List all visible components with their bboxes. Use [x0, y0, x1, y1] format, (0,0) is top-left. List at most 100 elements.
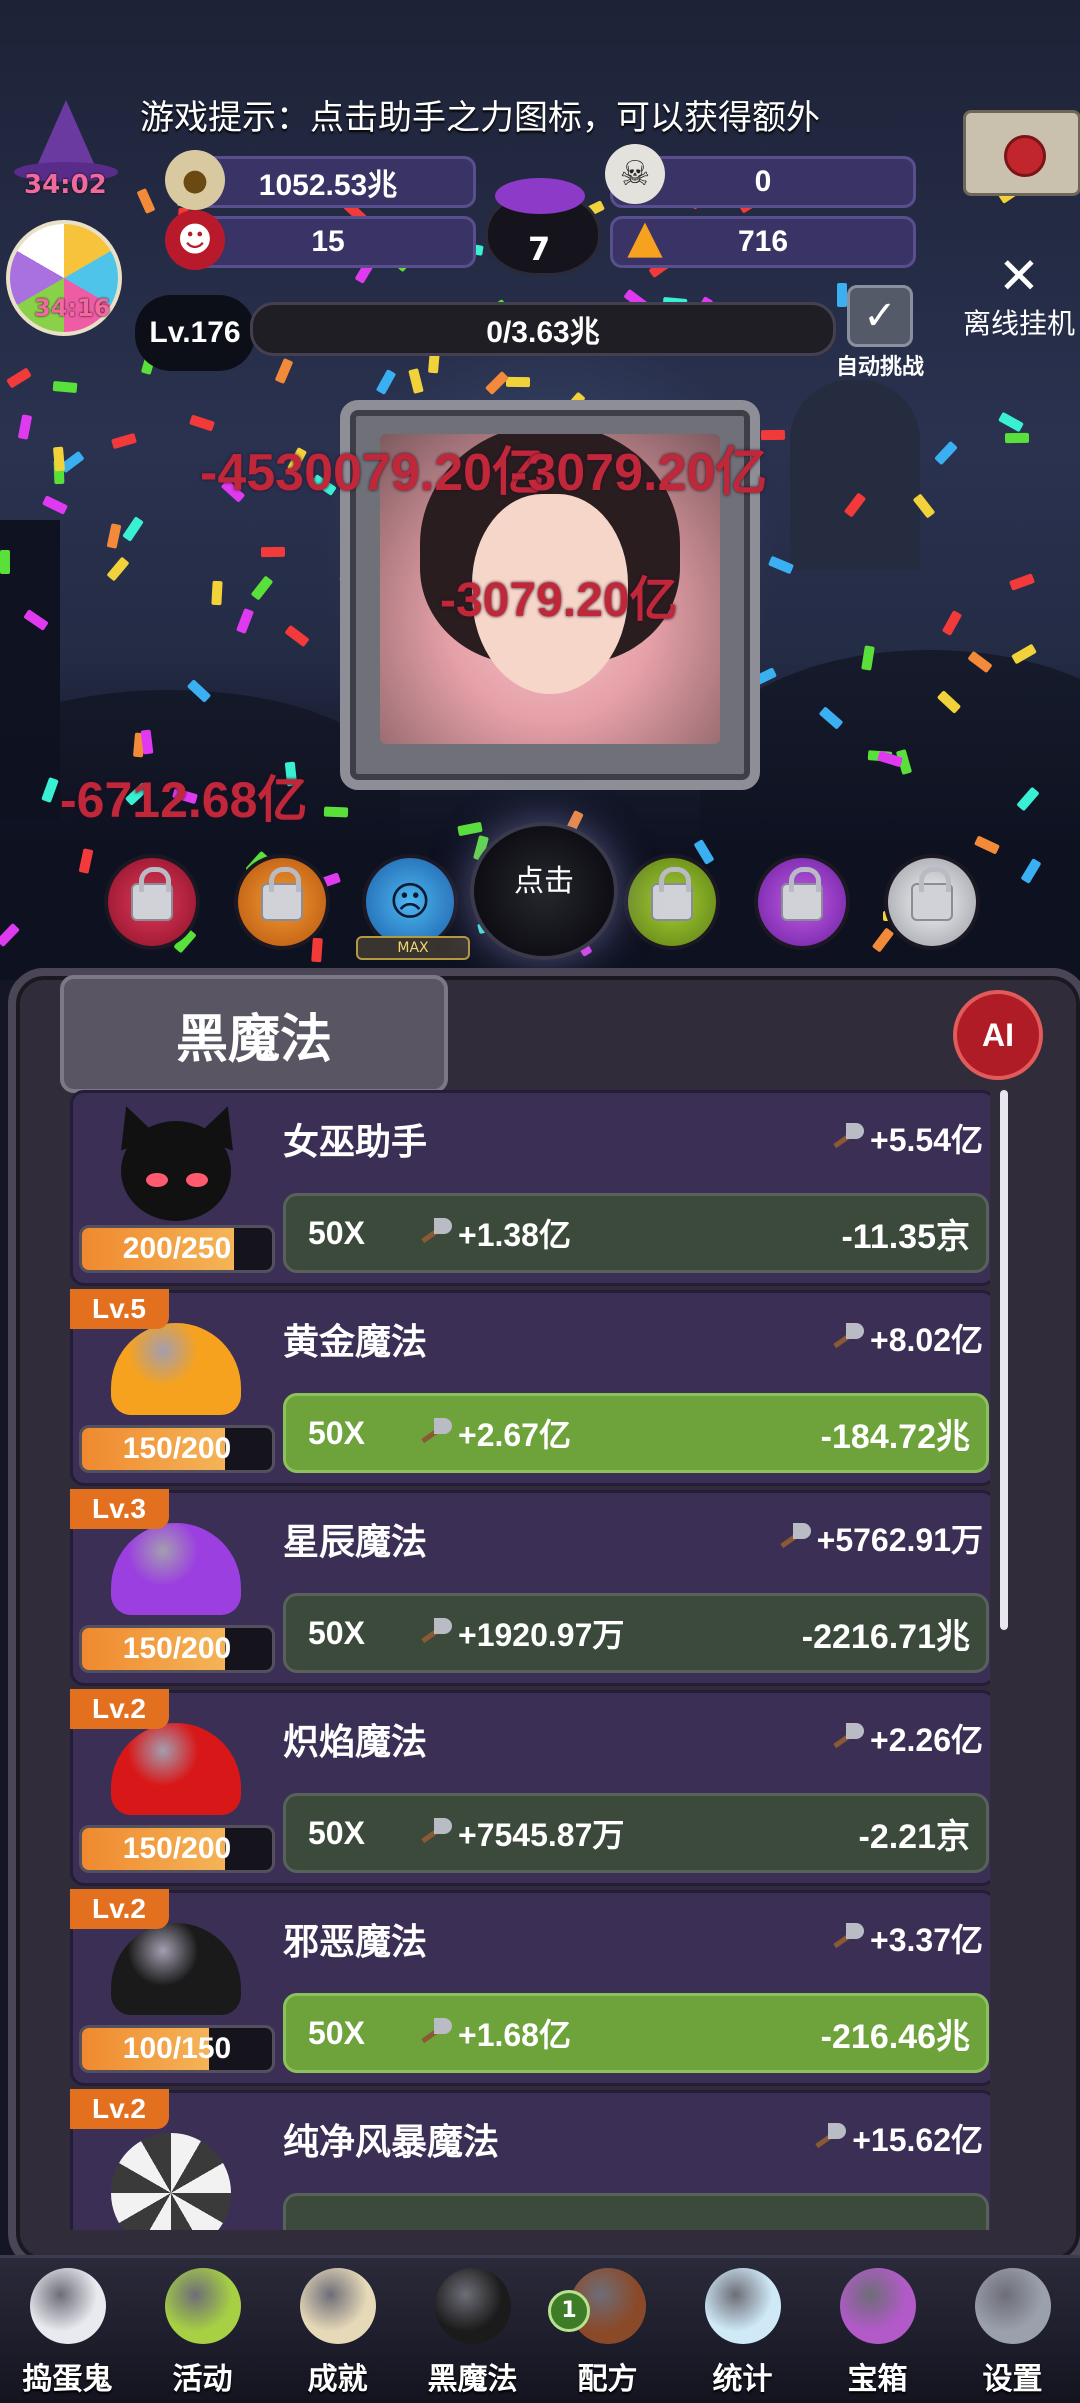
spell-row[interactable]: Lv.2 100/150 邪恶魔法 +3.37亿 50X +1.68亿 -216…	[70, 1889, 990, 2086]
multiplier: 50X	[308, 1614, 365, 1651]
locked-helper-green[interactable]	[624, 854, 720, 950]
spell-dps: +2.26亿	[828, 1715, 983, 1761]
spell-count-text: 200/250	[122, 1232, 232, 1265]
spell-count: 150/200	[79, 1625, 275, 1673]
money-bag-icon: ●	[165, 150, 225, 210]
spell-name: 女巫助手	[283, 1122, 428, 1163]
nav-item[interactable]: 统计	[675, 2258, 810, 2403]
axe-icon	[416, 1218, 452, 1248]
ghost-icon	[30, 2268, 106, 2344]
cauldron-count: 7	[528, 230, 551, 268]
nav-item[interactable]: 黑魔法	[405, 2258, 540, 2403]
nav-item[interactable]: 活动	[135, 2258, 270, 2403]
auto-challenge-label: 自动挑战	[835, 355, 924, 380]
spell-count-text: 100/150	[122, 2032, 232, 2065]
upgrade-cost: -216.46兆	[820, 2017, 970, 2056]
upgrade-button[interactable]	[283, 2193, 989, 2230]
offline-label: 离线挂机	[962, 307, 1075, 340]
upgrade-button[interactable]: 50X +7545.87万 -2.21京	[283, 1793, 989, 1873]
level-text: Lv.176	[149, 316, 241, 349]
witch-hat-buff[interactable]: 34:02	[14, 100, 118, 200]
locked-helper-white[interactable]	[884, 854, 980, 950]
corn-value: 716	[737, 225, 789, 258]
spell-dps-value: +2.26亿	[870, 1722, 983, 1758]
spell-row[interactable]: 200/250 女巫助手 +5.54亿 50X +1.38亿 -11.35京	[70, 1090, 990, 1286]
candy-value: 15	[311, 225, 345, 258]
mail-button[interactable]	[963, 110, 1080, 196]
spell-row[interactable]: Lv.2 纯净风暴魔法 +15.62亿	[70, 2089, 990, 2230]
confetti-piece	[211, 580, 223, 606]
cauldron[interactable]: 7	[480, 170, 601, 276]
lock-icon	[261, 867, 303, 921]
locked-helper-purple[interactable]	[754, 854, 850, 950]
axe-icon	[416, 1618, 452, 1648]
locked-helper-orange[interactable]	[234, 854, 330, 950]
spell-row[interactable]: Lv.3 150/200 星辰魔法 +5762.91万 50X +1920.97…	[70, 1489, 990, 1686]
game-tip: 游戏提示：点击助手之力图标，可以获得额外	[140, 98, 820, 138]
devil-cat-icon	[91, 1099, 251, 1233]
confetti-piece	[42, 495, 68, 515]
spell-name: 炽焰魔法	[283, 1722, 428, 1763]
gear-icon	[975, 2268, 1051, 2344]
skull-icon: ☠	[605, 144, 665, 204]
tap-label: 点击	[514, 864, 574, 899]
spell-list: 200/250 女巫助手 +5.54亿 50X +1.38亿 -11.35京 L…	[70, 1090, 990, 2230]
candy-buff[interactable]: 34:16	[6, 220, 122, 336]
spell-dps-value: +5762.91万	[816, 1522, 983, 1558]
spell-dps: +15.62亿	[810, 2115, 983, 2161]
increment-value: +2.67亿	[458, 1417, 571, 1453]
nav-label: 设置	[982, 2362, 1043, 2397]
spell-count: 200/250	[79, 1225, 275, 1273]
spell-row[interactable]: Lv.2 150/200 炽焰魔法 +2.26亿 50X +7545.87万 -…	[70, 1689, 990, 1886]
list-scrollbar[interactable]	[1000, 1090, 1008, 1630]
eyeballs-icon	[165, 2268, 241, 2344]
spell-count-text: 150/200	[122, 1432, 232, 1465]
lock-icon	[651, 867, 693, 921]
level-tag: Lv.5	[70, 1289, 169, 1329]
nav-label: 成就	[307, 2362, 368, 2397]
locked-helper-red[interactable]	[104, 854, 200, 950]
tombstone	[790, 380, 920, 570]
candy-timer: 34:16	[34, 294, 111, 322]
nav-label: 活动	[172, 2362, 233, 2397]
upgrade-button[interactable]: 50X +2.67亿 -184.72兆	[283, 1393, 989, 1473]
spell-dps-value: +8.02亿	[870, 1322, 983, 1358]
axe-icon	[416, 2018, 452, 2048]
nav-item[interactable]: 捣蛋鬼	[0, 2258, 135, 2403]
axe-icon	[416, 1818, 452, 1848]
upgrade-button[interactable]: 50X +1.68亿 -216.46兆	[283, 1993, 989, 2073]
offline-idle-button[interactable]: ✕ 离线挂机	[958, 250, 1080, 342]
confetti-piece	[189, 414, 215, 432]
increment-value: +1.68亿	[458, 2017, 571, 2053]
damage-number: -3079.20亿	[510, 444, 768, 502]
lock-icon	[911, 867, 953, 921]
nav-item[interactable]: 1 配方	[540, 2258, 675, 2403]
lock-icon	[781, 867, 823, 921]
spell-count-text: 150/200	[122, 1832, 232, 1865]
increment-value: +1920.97万	[458, 1617, 625, 1653]
nav-label: 统计	[712, 2362, 773, 2397]
upgrade-cost: -2.21京	[858, 1817, 971, 1856]
ai-button[interactable]: AI	[953, 990, 1043, 1080]
multiplier: 50X	[308, 1414, 365, 1451]
auto-challenge-button[interactable]: ✓ 自动挑战	[830, 285, 930, 380]
nav-item[interactable]: 成就	[270, 2258, 405, 2403]
wax-seal-icon	[1004, 135, 1046, 177]
gold-value: 1052.53兆	[258, 169, 398, 202]
axe-icon	[828, 1923, 865, 1953]
spell-row[interactable]: Lv.5 150/200 黄金魔法 +8.02亿 50X +2.67亿 -184…	[70, 1289, 990, 1486]
nav-item[interactable]: 设置	[945, 2258, 1080, 2403]
spell-dps: +5762.91万	[775, 1515, 983, 1561]
notification-badge: 1	[548, 2290, 590, 2332]
nav-item[interactable]: 宝箱	[810, 2258, 945, 2403]
upgrade-button[interactable]: 50X +1.38亿 -11.35京	[283, 1193, 989, 1273]
confetti-piece	[284, 624, 310, 648]
level-tag: Lv.3	[70, 1489, 169, 1529]
tap-button[interactable]: 点击	[470, 822, 618, 960]
spell-dps-value: +15.62亿	[852, 2122, 983, 2158]
confetti-piece	[136, 188, 156, 214]
level-progress: 0/3.63兆	[250, 302, 836, 356]
chest-icon	[840, 2268, 916, 2344]
axe-icon	[416, 1418, 452, 1448]
upgrade-button[interactable]: 50X +1920.97万 -2216.71兆	[283, 1593, 989, 1673]
